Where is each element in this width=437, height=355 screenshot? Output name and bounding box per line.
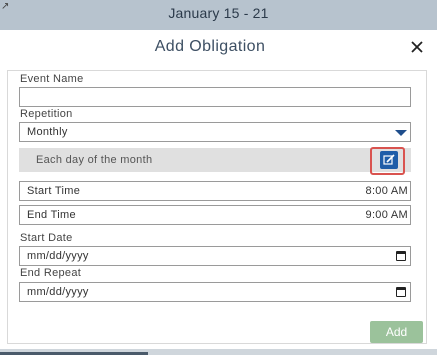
add-button[interactable]: Add	[370, 321, 423, 343]
end-repeat-label: End Repeat	[20, 267, 82, 279]
event-name-input[interactable]	[19, 87, 411, 107]
calendar-icon[interactable]	[396, 251, 406, 261]
end-repeat-input[interactable]: mm/dd/yyyy	[19, 282, 411, 302]
end-time-field[interactable]: End Time 9:00 AM	[19, 205, 411, 225]
start-date-placeholder: mm/dd/yyyy	[27, 250, 89, 262]
end-repeat-placeholder: mm/dd/yyyy	[27, 286, 89, 298]
end-time-label: End Time	[27, 209, 76, 221]
close-button[interactable]	[409, 39, 425, 55]
edit-repeat-rule-button[interactable]	[380, 151, 398, 169]
repetition-select[interactable]: Monthly	[19, 122, 411, 142]
repeat-rule-row: Each day of the month	[19, 148, 411, 172]
calendar-icon[interactable]	[396, 287, 406, 297]
event-name-label: Event Name	[20, 73, 84, 85]
start-time-field[interactable]: Start Time 8:00 AM	[19, 181, 411, 201]
repetition-label: Repetition	[20, 108, 73, 120]
start-time-value: 8:00 AM	[365, 185, 408, 197]
bottom-scrollbar	[0, 349, 437, 355]
pencil-edit-icon	[383, 154, 395, 165]
start-date-input[interactable]: mm/dd/yyyy	[19, 246, 411, 266]
week-range-label: January 15 - 21	[168, 5, 269, 21]
close-icon	[411, 41, 423, 53]
calendar-header: ↗ January 15 - 21	[0, 0, 437, 30]
chevron-down-icon[interactable]	[395, 130, 407, 136]
start-date-label: Start Date	[20, 232, 73, 244]
repeat-rule-text: Each day of the month	[36, 154, 153, 166]
dialog-title: Add Obligation	[154, 38, 266, 55]
start-time-label: Start Time	[27, 185, 81, 197]
repetition-selected-value: Monthly	[27, 126, 68, 138]
end-time-value: 9:00 AM	[365, 209, 408, 221]
